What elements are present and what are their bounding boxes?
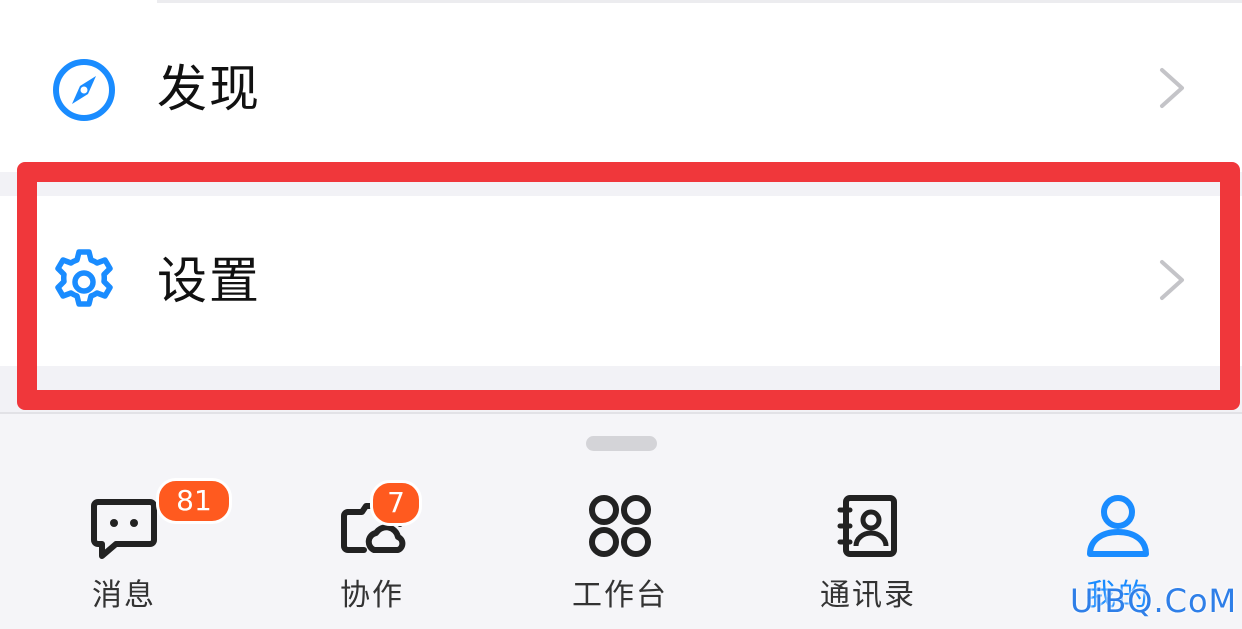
menu-item-label: 设置: [157, 252, 261, 310]
tab-label: 工作台: [572, 578, 668, 613]
tab-workbench[interactable]: 工作台: [540, 492, 700, 613]
user-icon: [1087, 495, 1149, 557]
row-divider: [157, 0, 1242, 3]
menu-item-label: 发现: [157, 60, 261, 118]
tab-bar: 81 消息 7 协作 工作台 通讯录 我的: [0, 412, 1242, 629]
menu-item-settings[interactable]: 设置: [0, 196, 1242, 366]
chevron-right-icon: [1160, 68, 1184, 108]
unread-badge: 7: [370, 480, 422, 526]
chat-icon: [91, 499, 157, 559]
workbench-grid-icon: [589, 495, 651, 557]
tab-label: 协作: [340, 578, 404, 613]
watermark: UiBQ.CoM: [1070, 582, 1238, 620]
tab-contacts[interactable]: 通讯录: [788, 492, 948, 613]
gear-icon: [55, 249, 113, 307]
tab-label: 消息: [92, 578, 156, 613]
tab-label: 通讯录: [820, 578, 916, 613]
contacts-book-icon: [837, 495, 897, 557]
chevron-right-icon: [1160, 260, 1184, 300]
tab-collaboration[interactable]: 7 协作: [292, 480, 452, 613]
compass-icon: [53, 59, 115, 121]
tab-messages[interactable]: 81 消息: [44, 478, 232, 613]
unread-badge: 81: [156, 478, 232, 524]
grab-handle[interactable]: [586, 436, 657, 451]
menu-item-discover[interactable]: 发现: [0, 0, 1242, 172]
